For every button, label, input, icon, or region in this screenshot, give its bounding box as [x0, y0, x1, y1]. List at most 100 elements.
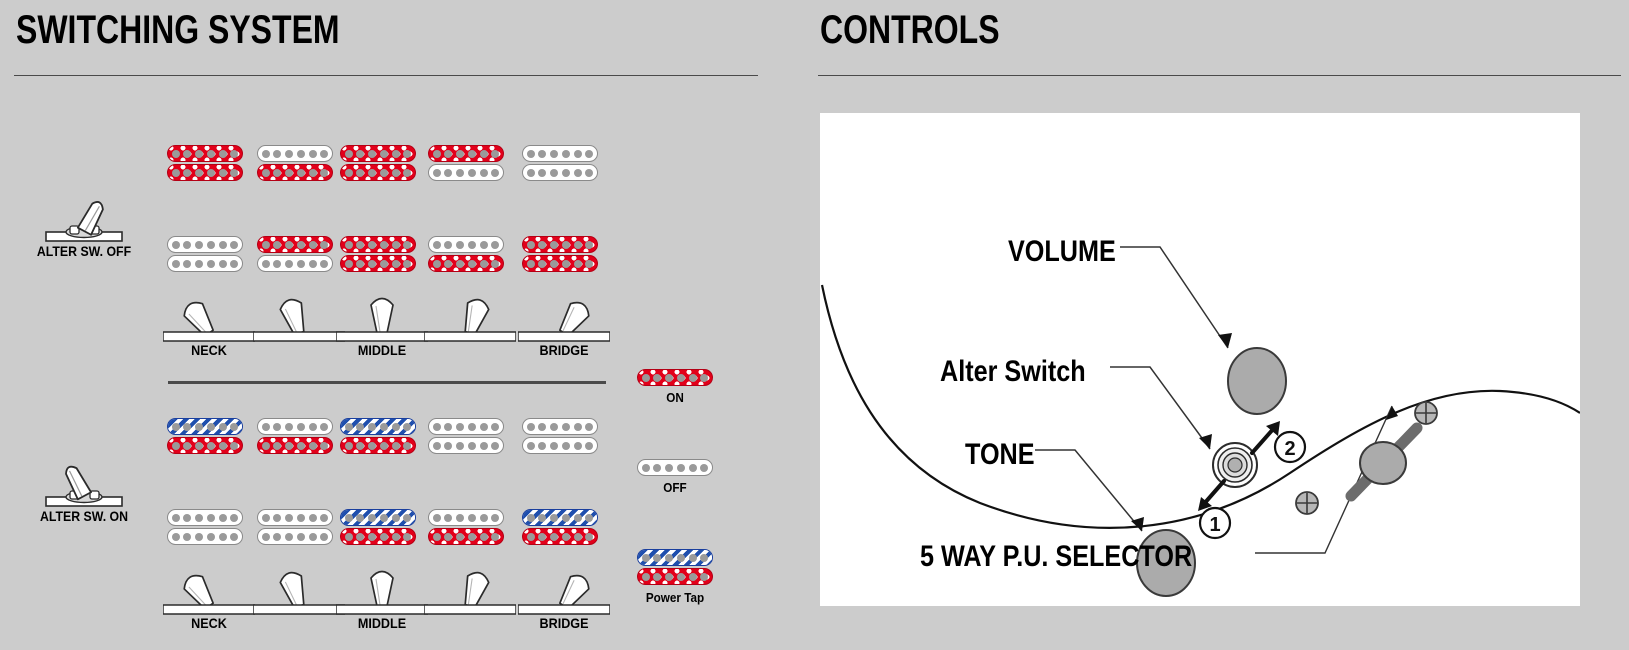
coil [522, 437, 598, 454]
legend-on [637, 369, 713, 386]
position-label-middle-off: MIDDLE [357, 342, 407, 358]
position-label-bridge-on: BRIDGE [539, 615, 589, 631]
coil [340, 418, 416, 435]
pickup-bridge-p1-on [167, 509, 243, 545]
pickup-neck-p2-on [257, 418, 333, 454]
coil [428, 145, 504, 162]
position-label-neck-on: NECK [191, 615, 227, 631]
coil [522, 164, 598, 181]
tone-leader-line [1035, 449, 1143, 532]
callout-volume: VOLUME [1008, 235, 1116, 268]
selector-arrowhead [1386, 406, 1398, 420]
coil [257, 255, 333, 272]
coil [167, 509, 243, 526]
coil [522, 509, 598, 526]
position-label-neck-off: NECK [191, 342, 227, 358]
alter-switch-off-label: ALTER SW. OFF [36, 243, 132, 259]
marker-2-label: 2 [1284, 438, 1295, 460]
alter-switch-on-icon: ALTER SW. ON [24, 450, 144, 524]
selector-lever-p4-off[interactable] [424, 280, 516, 342]
five-way-selector-icon [1345, 422, 1423, 502]
screw-icon [1414, 401, 1438, 425]
coil [257, 528, 333, 545]
pickup-bridge-p5-on [522, 509, 598, 545]
coil [340, 164, 416, 181]
screw-icon [1295, 491, 1319, 515]
pickup-neck-p3-on [340, 418, 416, 454]
coil [428, 164, 504, 181]
coil [340, 528, 416, 545]
controls-panel: CONTROLS 1 2 VOLUME Alter Switch TONE 5 … [812, 0, 1629, 650]
pickup-bridge-p4-off [428, 236, 504, 272]
coil [637, 459, 713, 476]
coil [257, 437, 333, 454]
selector-lever-p4-on[interactable] [424, 553, 516, 615]
controls-illustration: 1 2 [820, 246, 1580, 597]
coil [167, 418, 243, 435]
position-label-bridge-off: BRIDGE [539, 342, 589, 358]
page-title-switching: SWITCHING SYSTEM [16, 8, 340, 52]
coil [257, 164, 333, 181]
coil [340, 509, 416, 526]
callout-tone: TONE [965, 438, 1035, 471]
switching-system-panel: SWITCHING SYSTEM ALTER SW. OFF NECK MIDD… [0, 0, 800, 650]
coil [167, 164, 243, 181]
volume-leader-line [1120, 246, 1229, 349]
selector-lever-p3-off[interactable] [336, 280, 428, 342]
selector-lever-p2-on[interactable] [253, 553, 345, 615]
legend-label-off: OFF [663, 480, 687, 495]
selector-lever-p1-off[interactable] [163, 280, 255, 342]
coil [340, 437, 416, 454]
coil [522, 255, 598, 272]
coil [167, 437, 243, 454]
toggle-switch-icon [24, 450, 144, 510]
coil [637, 549, 713, 566]
coil [522, 418, 598, 435]
coil [340, 145, 416, 162]
selector-lever-p5-off[interactable] [518, 280, 610, 342]
title-divider-switching [14, 75, 758, 76]
selector-lever-p1-on[interactable] [163, 553, 255, 615]
pickup-neck-p3-off [340, 145, 416, 181]
pickup-neck-p1-off [167, 145, 243, 181]
legend-label-power-tap: Power Tap [645, 590, 705, 605]
alter-switch-leader-line [1110, 366, 1211, 450]
volume-knob-icon [1227, 347, 1287, 415]
controls-illustration-panel: 1 2 VOLUME Alter Switch TONE 5 WAY P.U. … [820, 113, 1580, 606]
coil [637, 369, 713, 386]
selector-lever-p3-on[interactable] [336, 553, 428, 615]
marker-2-badge: 2 [1273, 430, 1307, 464]
pickup-neck-p4-on [428, 418, 504, 454]
coil [522, 528, 598, 545]
alter-switch-off-icon: ALTER SW. OFF [24, 185, 144, 259]
coil [167, 236, 243, 253]
coil [167, 528, 243, 545]
coil [257, 418, 333, 435]
guitar-body-outline [820, 284, 1580, 529]
coil [522, 236, 598, 253]
position-label-middle-on: MIDDLE [357, 615, 407, 631]
pickup-bridge-p1-off [167, 236, 243, 272]
pickup-neck-p5-on [522, 418, 598, 454]
volume-arrowhead [1218, 333, 1232, 348]
pickup-neck-p1-on [167, 418, 243, 454]
title-divider-controls [818, 75, 1621, 76]
section-divider [168, 381, 606, 384]
pickup-neck-p5-off [522, 145, 598, 181]
coil [257, 236, 333, 253]
coil [428, 418, 504, 435]
selector-lever-p5-on[interactable] [518, 553, 610, 615]
pickup-bridge-p3-off [340, 236, 416, 272]
direction-arrow-2 [1250, 425, 1277, 455]
legend-label-on: ON [666, 390, 684, 405]
marker-1-badge: 1 [1198, 506, 1232, 540]
pickup-neck-p2-off [257, 145, 333, 181]
coil [257, 509, 333, 526]
selector-lever-p2-off[interactable] [253, 280, 345, 342]
legend-power-tap [637, 549, 713, 585]
coil [428, 255, 504, 272]
diagram-page: SWITCHING SYSTEM ALTER SW. OFF NECK MIDD… [0, 0, 1629, 650]
pickup-bridge-p4-on [428, 509, 504, 545]
alter-switch-on-label: ALTER SW. ON [39, 508, 129, 524]
marker-1-label: 1 [1209, 514, 1220, 536]
